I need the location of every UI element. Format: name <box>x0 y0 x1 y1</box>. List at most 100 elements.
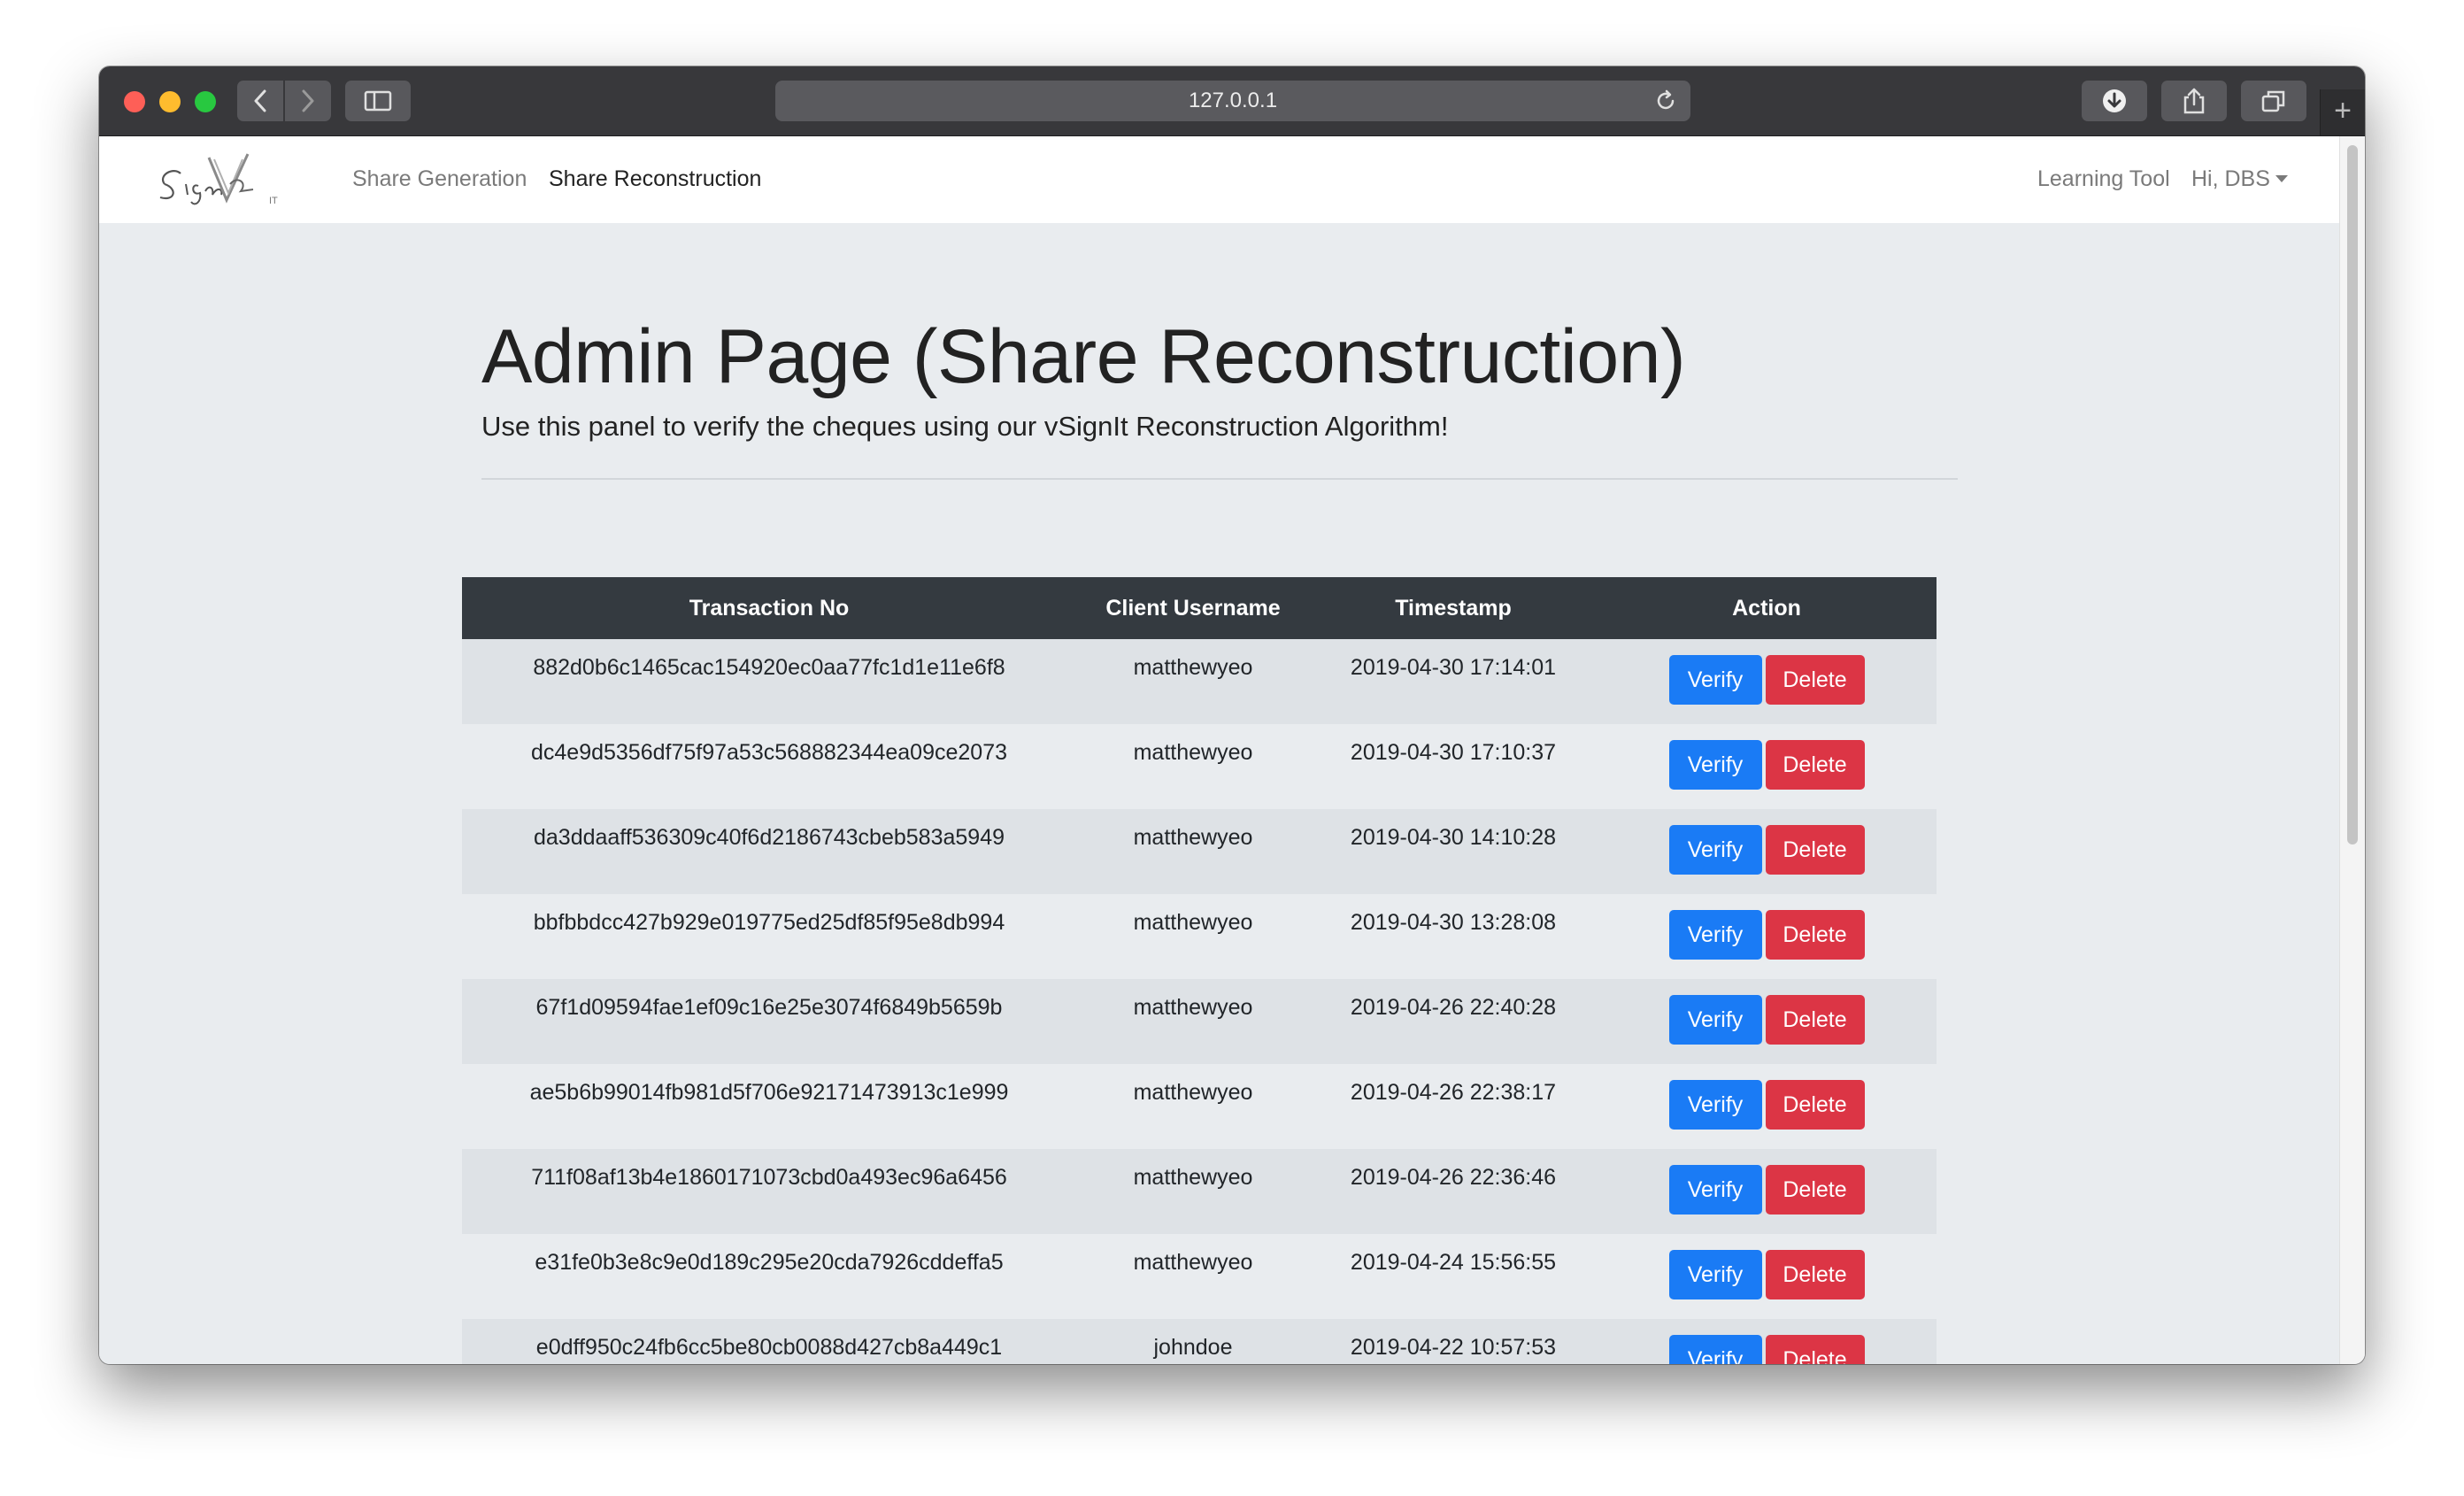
table-row: 711f08af13b4e1860171073cbd0a493ec96a6456… <box>462 1149 1937 1234</box>
forward-button[interactable] <box>285 81 331 121</box>
verify-button[interactable]: Verify <box>1668 1335 1762 1364</box>
delete-button[interactable]: Delete <box>1765 995 1865 1045</box>
delete-button[interactable]: Delete <box>1765 1250 1865 1299</box>
client-username: matthewyeo <box>1133 1250 1253 1275</box>
svg-text:IT: IT <box>269 196 278 206</box>
verify-button[interactable]: Verify <box>1668 655 1762 705</box>
table-row: e0dff950c24fb6cc5be80cb0088d427cb8a449c1… <box>462 1319 1937 1364</box>
action-cell: Verify Delete <box>1597 809 1937 894</box>
verify-button[interactable]: Verify <box>1668 740 1762 790</box>
transaction-no: ae5b6b99014fb981d5f706e92171473913c1e999 <box>529 1080 1009 1105</box>
table-row: ae5b6b99014fb981d5f706e92171473913c1e999… <box>462 1064 1937 1149</box>
timestamp: 2019-04-26 22:40:28 <box>1350 995 1557 1020</box>
action-cell: Verify Delete <box>1597 1234 1937 1319</box>
page-title: Admin Page (Share Reconstruction) <box>481 314 1686 399</box>
table-header-row: Transaction No Client Username Timestamp… <box>462 577 1937 639</box>
caret-down-icon <box>2275 175 2288 182</box>
action-cell: Verify Delete <box>1597 894 1937 979</box>
nav-share-generation[interactable]: Share Generation <box>352 166 527 192</box>
nav-learning-tool[interactable]: Learning Tool <box>2037 166 2170 192</box>
delete-button[interactable]: Delete <box>1765 740 1865 790</box>
share-button[interactable] <box>2161 81 2227 121</box>
chevron-right-icon <box>302 89 314 112</box>
client-username: johndoe <box>1153 1335 1233 1360</box>
verify-button[interactable]: Verify <box>1668 1080 1762 1130</box>
delete-button[interactable]: Delete <box>1765 1165 1865 1215</box>
client-username: matthewyeo <box>1133 655 1253 680</box>
header-timestamp: Timestamp <box>1310 577 1597 639</box>
transactions-table: Transaction No Client Username Timestamp… <box>462 577 1937 1364</box>
table-row: da3ddaaff536309c40f6d2186743cbeb583a5949… <box>462 809 1937 894</box>
timestamp: 2019-04-22 10:57:53 <box>1350 1335 1557 1360</box>
delete-button[interactable]: Delete <box>1765 1335 1865 1364</box>
verify-button[interactable]: Verify <box>1668 1165 1762 1215</box>
sidebar-icon <box>364 90 392 112</box>
action-cell: Verify Delete <box>1597 639 1937 724</box>
vsignit-logo-icon: IT <box>159 153 278 206</box>
client-username: matthewyeo <box>1133 1080 1253 1105</box>
timestamp: 2019-04-30 13:28:08 <box>1350 910 1557 935</box>
action-cell: Verify Delete <box>1597 1064 1937 1149</box>
delete-button[interactable]: Delete <box>1765 910 1865 960</box>
download-icon <box>2103 89 2126 112</box>
timestamp: 2019-04-26 22:38:17 <box>1350 1080 1557 1105</box>
table-row: 882d0b6c1465cac154920ec0aa77fc1d1e11e6f8… <box>462 639 1937 724</box>
client-username: matthewyeo <box>1133 910 1253 935</box>
tabs-icon <box>2261 90 2285 112</box>
page-scrollbar[interactable] <box>2339 136 2365 1364</box>
reload-icon[interactable] <box>1653 89 1678 120</box>
verify-button[interactable]: Verify <box>1668 995 1762 1045</box>
client-username: matthewyeo <box>1133 740 1253 765</box>
page-lead: Use this panel to verify the cheques usi… <box>481 411 1449 442</box>
client-username: matthewyeo <box>1133 825 1253 850</box>
user-menu-dropdown[interactable]: Hi, DBS <box>2191 166 2288 192</box>
zoom-window-button[interactable] <box>195 91 216 112</box>
scrollbar-thumb[interactable] <box>2347 145 2358 844</box>
table-row: dc4e9d5356df75f97a53c568882344ea09ce2073… <box>462 724 1937 809</box>
transaction-no: e0dff950c24fb6cc5be80cb0088d427cb8a449c1 <box>535 1335 1003 1360</box>
table-row: 67f1d09594fae1ef09c16e25e3074f6849b5659b… <box>462 979 1937 1064</box>
site-navbar: IT Share Generation Share Reconstruction… <box>99 136 2340 223</box>
tabs-overview-button[interactable] <box>2241 81 2306 121</box>
transaction-no: dc4e9d5356df75f97a53c568882344ea09ce2073 <box>530 740 1008 765</box>
new-tab-button[interactable]: + <box>2320 89 2365 135</box>
plus-icon: + <box>2334 94 2352 127</box>
brand-logo[interactable]: IT <box>156 149 289 211</box>
browser-toolbar: 127.0.0.1 + <box>99 66 2365 136</box>
table-row: e31fe0b3e8c9e0d189c295e20cda7926cddeffa5… <box>462 1234 1937 1319</box>
delete-button[interactable]: Delete <box>1765 1080 1865 1130</box>
client-username: matthewyeo <box>1133 995 1253 1020</box>
nav-share-reconstruction[interactable]: Share Reconstruction <box>549 166 761 192</box>
table-row: bbfbbdcc427b929e019775ed25df85f95e8db994… <box>462 894 1937 979</box>
timestamp: 2019-04-30 17:14:01 <box>1350 655 1557 680</box>
transaction-no: e31fe0b3e8c9e0d189c295e20cda7926cddeffa5 <box>535 1250 1004 1275</box>
close-window-button[interactable] <box>124 91 145 112</box>
header-client-username: Client Username <box>1076 577 1310 639</box>
table-body: 882d0b6c1465cac154920ec0aa77fc1d1e11e6f8… <box>462 639 1937 1364</box>
downloads-button[interactable] <box>2082 81 2147 121</box>
user-menu-label: Hi, DBS <box>2191 166 2270 191</box>
transaction-no: 711f08af13b4e1860171073cbd0a493ec96a6456 <box>531 1165 1007 1190</box>
verify-button[interactable]: Verify <box>1668 1250 1762 1299</box>
client-username: matthewyeo <box>1133 1165 1253 1190</box>
verify-button[interactable]: Verify <box>1668 825 1762 875</box>
timestamp: 2019-04-24 15:56:55 <box>1350 1250 1557 1275</box>
address-bar[interactable]: 127.0.0.1 <box>775 81 1690 121</box>
action-cell: Verify Delete <box>1597 1149 1937 1234</box>
url-text: 127.0.0.1 <box>1188 89 1278 112</box>
chevron-left-icon <box>254 89 266 112</box>
header-action: Action <box>1597 577 1937 639</box>
back-button[interactable] <box>237 81 283 121</box>
timestamp: 2019-04-26 22:36:46 <box>1350 1165 1557 1190</box>
action-cell: Verify Delete <box>1597 979 1937 1064</box>
transaction-no: 882d0b6c1465cac154920ec0aa77fc1d1e11e6f8 <box>533 655 1005 680</box>
timestamp: 2019-04-30 14:10:28 <box>1350 825 1557 850</box>
delete-button[interactable]: Delete <box>1765 655 1865 705</box>
transaction-no: da3ddaaff536309c40f6d2186743cbeb583a5949 <box>533 825 1005 850</box>
minimize-window-button[interactable] <box>159 91 181 112</box>
action-cell: Verify Delete <box>1597 1319 1937 1364</box>
verify-button[interactable]: Verify <box>1668 910 1762 960</box>
delete-button[interactable]: Delete <box>1765 825 1865 875</box>
browser-window: 127.0.0.1 + IT Share Generation Share Re… <box>99 66 2365 1364</box>
sidebar-toggle-button[interactable] <box>345 81 411 121</box>
